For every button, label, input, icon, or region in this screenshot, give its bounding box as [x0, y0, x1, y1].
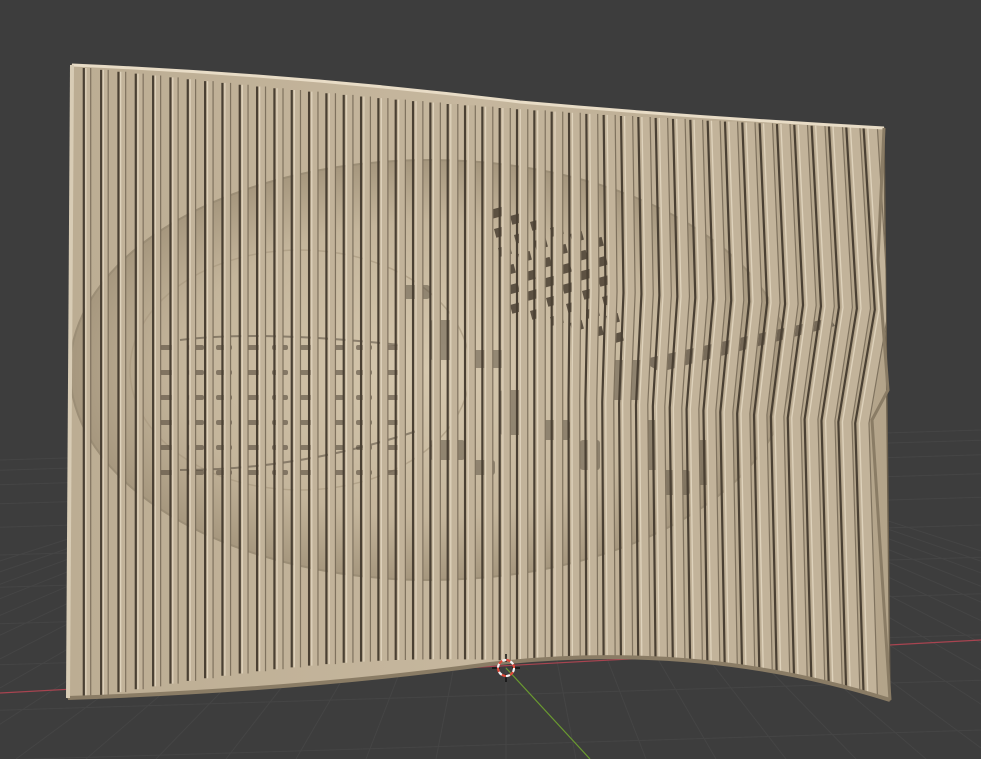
slat-gap	[567, 112, 571, 665]
y-axis-line	[505, 667, 591, 759]
3d-viewport[interactable]	[0, 0, 981, 759]
slat	[570, 112, 582, 665]
slat	[587, 113, 600, 666]
slat	[621, 115, 636, 669]
sliced-relief-model[interactable]	[66, 63, 892, 702]
slat	[604, 114, 618, 668]
viewport-canvas[interactable]	[0, 0, 981, 759]
slat-group	[82, 68, 890, 698]
